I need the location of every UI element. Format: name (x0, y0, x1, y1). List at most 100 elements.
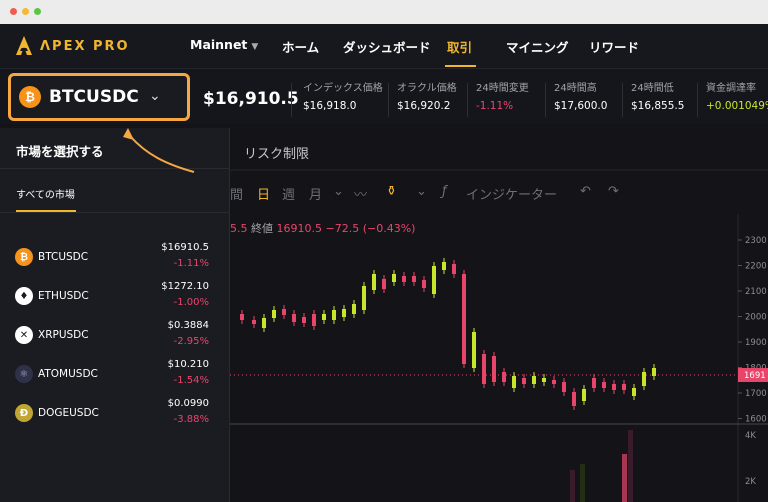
candlestick-icon[interactable]: ⚱ (386, 184, 397, 199)
nav-item-mining[interactable]: マイニング (506, 37, 569, 56)
market-price: $0.3884 (167, 320, 209, 331)
ohlc-lead-value: 5.5 (230, 222, 248, 235)
chart-toolbar: 間 日 週 月 ⌄ 〰 ⚱ ⌄ ƒ インジケーター ↶ ↷ (230, 184, 768, 208)
chevron-down-icon[interactable]: ⌄ (333, 184, 344, 199)
stat-divider (388, 83, 389, 117)
stat-label: 24時間低 (631, 83, 674, 94)
nav-item-rewards[interactable]: リワード (589, 37, 639, 56)
stat-divider (545, 83, 546, 117)
candle-body (522, 378, 526, 384)
candle-body (432, 266, 436, 294)
ticker-bar: ₿ BTCUSDC ⌄ $16,910.5 インデックス価格 $16,918.0… (0, 68, 768, 124)
market-row-btc[interactable]: ₿ BTCUSDC $16910.5 -1.11% (0, 242, 230, 278)
stat-divider (697, 83, 698, 117)
apex-pro-logo[interactable]: ΛPEX PRO (14, 34, 130, 58)
market-change: -1.54% (173, 375, 209, 386)
candle-body (372, 274, 376, 290)
stat-label: オラクル価格 (397, 83, 457, 94)
candle-body (502, 372, 506, 382)
stat-divider (622, 83, 623, 117)
indicators-button[interactable]: インジケーター (466, 184, 557, 203)
candle-body (382, 279, 386, 289)
nav-item-dashboard[interactable]: ダッシュボード (343, 37, 431, 56)
market-symbol: ATOMUSDC (38, 368, 98, 380)
price-axis-label: 2000 (745, 313, 767, 323)
market-row-eth[interactable]: ♦ ETHUSDC $1272.10 -1.00% (0, 281, 230, 317)
divider (0, 212, 230, 213)
candle-body (652, 368, 656, 376)
stat-24h-low: 24時間低 $16,855.5 (631, 79, 684, 112)
candle-body (252, 320, 256, 324)
market-change: -1.11% (173, 258, 209, 269)
candle-body (272, 310, 276, 318)
market-price: $1272.10 (161, 281, 209, 292)
candle-body (240, 314, 244, 320)
nav-item-home[interactable]: ホーム (282, 37, 319, 56)
price-axis-label: 1600 (745, 415, 767, 425)
close-label: 終値 (251, 222, 273, 235)
undo-icon[interactable]: ↶ (580, 184, 591, 199)
window-titlebar (0, 0, 768, 24)
close-change: −72.5 (−0.43%) (325, 222, 416, 235)
interval-month[interactable]: 月 (309, 184, 322, 203)
ohlc-readout: 5.5 終値 16910.5 −72.5 (−0.43%) (230, 220, 415, 236)
dropdown-title: 市場を選択する (16, 144, 104, 159)
candle-body (622, 384, 626, 390)
last-price: $16,910.5 (203, 89, 299, 109)
maximize-window-button[interactable] (34, 8, 41, 15)
market-row-xrp[interactable]: ✕ XRPUSDC $0.3884 -2.95% (0, 320, 230, 356)
price-axis-label: 1700 (745, 389, 767, 399)
candle-body (332, 310, 336, 320)
function-fx-icon[interactable]: ƒ (442, 184, 447, 199)
bitcoin-icon: ₿ (15, 248, 33, 266)
chevron-down-icon[interactable]: ⌄ (416, 184, 427, 199)
market-symbol: ETHUSDC (38, 290, 89, 302)
network-selector[interactable]: Mainnet ▼ (190, 37, 258, 52)
market-change: -3.88% (173, 414, 209, 425)
market-change: -2.95% (173, 336, 209, 347)
stat-divider (291, 83, 292, 117)
candle-body (472, 332, 476, 368)
stat-value: -1.11% (476, 100, 514, 112)
interval-day[interactable]: 日 (257, 184, 270, 203)
market-dropdown: 市場を選択する すべての市場 ₿ BTCUSDC $16910.5 -1.11%… (0, 128, 230, 502)
candle-body (392, 274, 396, 282)
redo-icon[interactable]: ↷ (608, 184, 619, 199)
candle-body (532, 376, 536, 384)
price-axis-label: 2100 (745, 287, 767, 297)
stat-oracle-price: オラクル価格 $16,920.2 (397, 79, 457, 112)
close-value: 16910.5 (276, 222, 323, 235)
candle-body (362, 286, 366, 310)
close-window-button[interactable] (10, 8, 17, 15)
apex-logo-icon (16, 36, 32, 55)
network-label: Mainnet (190, 37, 248, 52)
tab-risk-limits[interactable]: リスク制限 (244, 143, 309, 162)
minimize-window-button[interactable] (22, 8, 29, 15)
stat-24h-high: 24時間高 $17,600.0 (554, 79, 607, 112)
line-chart-icon[interactable]: 〰 (354, 184, 367, 203)
candle-body (342, 309, 346, 317)
candle-body (592, 378, 596, 388)
tab-all-markets[interactable]: すべての市場 (16, 186, 75, 201)
nav-item-trade[interactable]: 取引 (447, 37, 472, 56)
candle-body (402, 276, 406, 282)
stat-label: 資金調達率 (706, 83, 756, 94)
chart-tabbar: リスク制限 (230, 124, 768, 176)
market-row-atom[interactable]: ⚛ ATOMUSDC $10.210 -1.54% (0, 359, 230, 395)
candle-body (312, 314, 316, 326)
dogecoin-icon: Ð (15, 404, 33, 422)
candle-body (262, 318, 266, 328)
market-selector-button[interactable]: ₿ BTCUSDC ⌄ (8, 73, 190, 121)
candle-body (552, 380, 556, 384)
price-axis-label: 2200 (745, 262, 767, 272)
selected-market: BTCUSDC (49, 87, 139, 107)
top-nav: ΛPEX PRO Mainnet ▼ ホーム ダッシュボード 取引 マイニング リ… (0, 24, 768, 68)
logo-text: ΛPEX PRO (40, 38, 130, 54)
market-row-doge[interactable]: Ð DOGEUSDC $0.0990 -3.88% (0, 398, 230, 434)
interval-week[interactable]: 週 (282, 184, 295, 203)
candle-body (442, 262, 446, 270)
candle-body (572, 392, 576, 406)
interval-partial[interactable]: 間 (230, 184, 243, 203)
candle-body (322, 314, 326, 320)
volume-axis-label: 2K (745, 477, 756, 487)
